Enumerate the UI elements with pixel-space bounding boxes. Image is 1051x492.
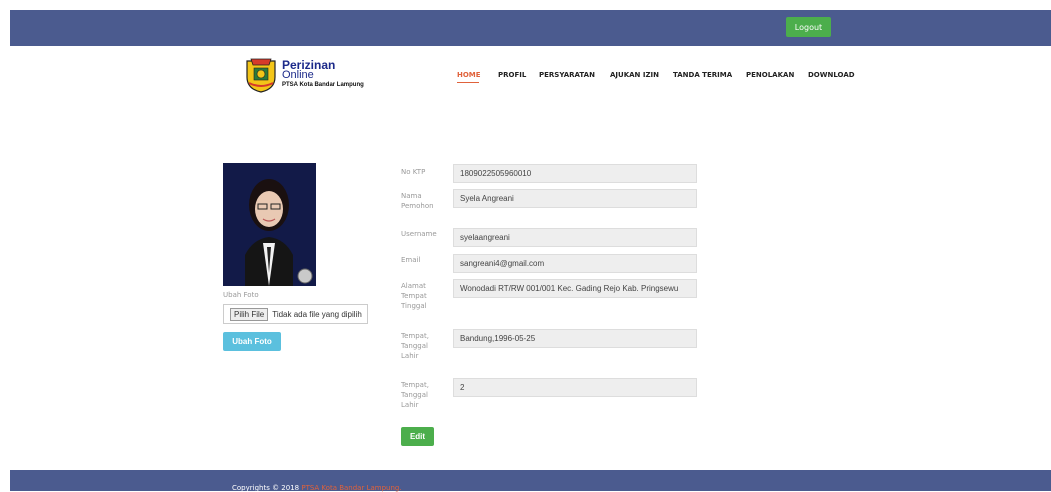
profile-photo	[223, 163, 316, 286]
nav-ajukan-izin[interactable]: AJUKAN IZIN	[610, 71, 659, 79]
label-nama-pemohon: Nama Pemohon	[401, 192, 434, 211]
nav-home[interactable]: HOME	[457, 71, 481, 79]
nav-tanda-terima[interactable]: TANDA TERIMA	[673, 71, 732, 79]
nama-pemohon-field[interactable]: Syela Angreani	[453, 189, 697, 208]
tempat-tanggal-lahir-field[interactable]: Bandung,1996-05-25	[453, 329, 697, 348]
tempat-tanggal-lahir-field-2[interactable]: 2	[453, 378, 697, 397]
brand-subtitle: Online	[282, 69, 314, 81]
logout-button[interactable]: Logout	[786, 17, 831, 37]
label-email: Email	[401, 256, 421, 264]
file-status-text: Tidak ada file yang dipilih	[272, 309, 362, 319]
city-emblem-logo	[246, 58, 276, 93]
label-no-ktp: No KTP	[401, 168, 426, 176]
ubah-foto-button[interactable]: Ubah Foto	[223, 332, 281, 351]
brand-org: PTSA Kota Bandar Lampung	[282, 82, 364, 88]
nav-download[interactable]: DOWNLOAD	[808, 71, 855, 79]
footer-bar	[10, 470, 1051, 491]
nav-persyaratan[interactable]: PERSYARATAN	[539, 71, 595, 79]
nav-profil[interactable]: PROFIL	[498, 71, 526, 79]
label-username: Username	[401, 230, 437, 238]
ubah-foto-label: Ubah Foto	[223, 291, 259, 299]
file-input[interactable]: Pilih File Tidak ada file yang dipilih	[223, 304, 368, 324]
top-bar	[10, 10, 1051, 46]
label-alamat: Alamat Tempat Tinggal	[401, 282, 427, 311]
label-tempat-tanggal-lahir: Tempat, Tanggal Lahir	[401, 332, 429, 361]
label-tempat-tanggal-lahir-2: Tempat, Tanggal Lahir	[401, 381, 429, 410]
nav-penolakan[interactable]: PENOLAKAN	[746, 71, 794, 79]
choose-file-button[interactable]: Pilih File	[230, 307, 269, 321]
email-field[interactable]: sangreani4@gmail.com	[453, 254, 697, 273]
alamat-field[interactable]: Wonodadi RT/RW 001/001 Kec. Gading Rejo …	[453, 279, 697, 298]
username-field[interactable]: syelaangreani	[453, 228, 697, 247]
nav-active-indicator	[457, 82, 479, 83]
no-ktp-field[interactable]: 1809022505960010	[453, 164, 697, 183]
edit-button[interactable]: Edit	[401, 427, 434, 446]
